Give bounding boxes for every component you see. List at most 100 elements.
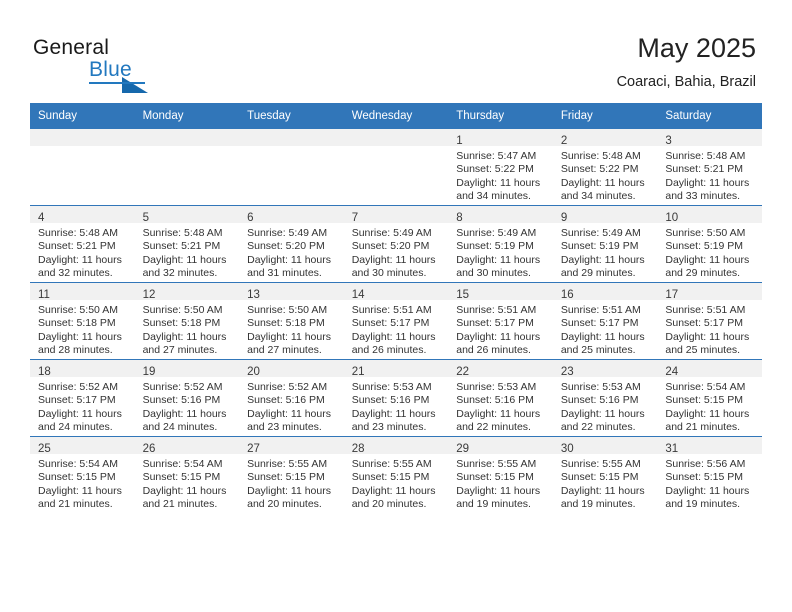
day-number-band: 18 (30, 360, 135, 378)
day-number-band: 26 (134, 437, 240, 455)
day-detail-line: Sunset: 5:15 PM (665, 471, 744, 484)
day-detail-line: and 19 minutes. (456, 497, 531, 510)
day-detail-line: and 28 minutes. (38, 343, 113, 356)
calendar-day-cell[interactable]: 27 Sunrise: 5:55 AM Sunset: 5:15 PM Dayligh… (239, 436, 344, 513)
day-detail-line: Sunset: 5:18 PM (247, 317, 325, 330)
day-details: Sunrise: 5:48 AM Sunset: 5:21 PM Daylight:… (30, 223, 135, 280)
day-detail-line: and 25 minutes. (665, 343, 741, 356)
weekday-header-monday: Monday (134, 103, 240, 129)
day-detail-line: Sunset: 5:16 PM (456, 394, 534, 407)
calendar-day-cell[interactable]: 8 Sunrise: 5:49 AM Sunset: 5:19 PM Daylight… (448, 205, 553, 283)
day-details: Sunrise: 5:49 AM Sunset: 5:19 PM Daylight:… (448, 223, 553, 280)
day-number-band: 31 (657, 437, 762, 455)
logo-text-blue: Blue (89, 58, 132, 81)
day-detail-line: and 20 minutes. (351, 497, 427, 510)
calendar-day-cell[interactable]: 4 Sunrise: 5:48 AM Sunset: 5:21 PM Daylight… (30, 205, 135, 283)
calendar-day-cell[interactable]: 28 Sunrise: 5:55 AM Sunset: 5:15 PM Dayligh… (343, 436, 449, 513)
calendar-day-cell[interactable]: 6 Sunrise: 5:49 AM Sunset: 5:20 PM Daylight… (239, 205, 344, 283)
day-number-band: 23 (552, 360, 658, 378)
calendar-day-cell[interactable]: 21 Sunrise: 5:53 AM Sunset: 5:16 PM Dayligh… (343, 359, 449, 437)
calendar-day-cell[interactable]: 26 Sunrise: 5:54 AM Sunset: 5:15 PM Dayligh… (134, 436, 240, 513)
day-detail-line: Daylight: 11 hours (665, 407, 750, 420)
day-detail-line: Sunset: 5:16 PM (142, 394, 221, 407)
calendar-day-cell[interactable]: 7 Sunrise: 5:49 AM Sunset: 5:20 PM Daylight… (343, 205, 449, 283)
calendar-day-cell[interactable]: 25 Sunrise: 5:54 AM Sunset: 5:15 PM Dayligh… (30, 436, 135, 513)
general-blue-logo[interactable]: General Blue (33, 36, 213, 93)
day-detail-line: Daylight: 11 hours (38, 407, 122, 420)
calendar-day-cell[interactable]: 22 Sunrise: 5:53 AM Sunset: 5:16 PM Dayligh… (448, 359, 553, 437)
day-number: 29 (456, 443, 470, 455)
day-detail-line: Daylight: 11 hours (351, 484, 436, 497)
day-number-band: 11 (30, 283, 135, 301)
day-detail-line: Sunset: 5:16 PM (560, 394, 639, 407)
day-number-band: 8 (448, 206, 553, 224)
day-detail-line: Sunrise: 5:49 AM (456, 227, 537, 239)
day-detail-line: and 26 minutes. (351, 343, 427, 356)
day-detail-line: Sunset: 5:18 PM (142, 317, 221, 330)
day-number: 7 (351, 212, 359, 224)
day-detail-line: Daylight: 11 hours (665, 253, 750, 266)
calendar-day-cell[interactable]: 23 Sunrise: 5:53 AM Sunset: 5:16 PM Dayligh… (552, 359, 658, 437)
calendar-day-cell[interactable]: 14 Sunrise: 5:51 AM Sunset: 5:17 PM Dayligh… (343, 282, 449, 360)
day-detail-line: Sunrise: 5:49 AM (560, 227, 641, 239)
day-number-band: 12 (134, 283, 240, 301)
calendar-day-cell[interactable]: 30 Sunrise: 5:55 AM Sunset: 5:15 PM Dayligh… (552, 436, 658, 513)
day-detail-line: Sunrise: 5:47 AM (456, 150, 537, 162)
calendar-day-cell-empty (30, 129, 135, 206)
day-number-band: 29 (448, 437, 553, 455)
day-number: 8 (456, 212, 463, 224)
day-number: 26 (142, 443, 156, 455)
day-detail-line: Sunrise: 5:54 AM (665, 381, 746, 393)
calendar-day-cell[interactable]: 17 Sunrise: 5:51 AM Sunset: 5:17 PM Dayligh… (657, 282, 762, 360)
day-detail-line: and 27 minutes. (247, 343, 322, 356)
day-number-band: 2 (552, 129, 658, 147)
day-number: 24 (665, 366, 679, 378)
calendar-day-cell[interactable]: 12 Sunrise: 5:50 AM Sunset: 5:18 PM Dayligh… (134, 282, 240, 360)
day-detail-line: and 33 minutes. (665, 189, 741, 202)
day-details: Sunrise: 5:50 AM Sunset: 5:18 PM Daylight:… (239, 300, 344, 357)
weekday-header-sunday: Sunday (30, 103, 135, 129)
calendar-day-cell[interactable]: 31 Sunrise: 5:56 AM Sunset: 5:15 PM Dayligh… (657, 436, 762, 513)
day-detail-line: and 32 minutes. (142, 266, 218, 279)
day-details: Sunrise: 5:56 AM Sunset: 5:15 PM Daylight:… (657, 454, 762, 511)
day-detail-line: Sunset: 5:19 PM (560, 240, 639, 253)
day-details: Sunrise: 5:48 AM Sunset: 5:21 PM Daylight:… (135, 223, 240, 280)
logo-text-general: General (33, 36, 110, 59)
calendar-day-cell[interactable]: 3 Sunrise: 5:48 AM Sunset: 5:21 PM Daylight… (657, 129, 762, 206)
calendar-day-cell[interactable]: 29 Sunrise: 5:55 AM Sunset: 5:15 PM Dayligh… (448, 436, 553, 513)
day-number-band: 17 (657, 283, 762, 301)
day-detail-line: Sunrise: 5:54 AM (38, 458, 118, 470)
day-detail-line: Sunrise: 5:55 AM (351, 458, 432, 470)
calendar-day-cell[interactable]: 1 Sunrise: 5:47 AM Sunset: 5:22 PM Daylight… (448, 129, 553, 206)
calendar-day-cell[interactable]: 18 Sunrise: 5:52 AM Sunset: 5:17 PM Dayligh… (30, 359, 135, 437)
day-number-band (239, 129, 344, 146)
calendar-day-cell[interactable]: 9 Sunrise: 5:49 AM Sunset: 5:19 PM Daylight… (552, 205, 658, 283)
day-detail-line: Daylight: 11 hours (247, 330, 331, 343)
calendar-day-cell[interactable]: 5 Sunrise: 5:48 AM Sunset: 5:21 PM Daylight… (134, 205, 240, 283)
day-details: Sunrise: 5:55 AM Sunset: 5:15 PM Daylight:… (344, 454, 449, 511)
calendar-day-cell[interactable]: 11 Sunrise: 5:50 AM Sunset: 5:18 PM Dayligh… (30, 282, 135, 360)
page-header: General Blue May 2025 Coaraci, Bahia, Br… (0, 0, 792, 103)
calendar-day-cell[interactable]: 10 Sunrise: 5:50 AM Sunset: 5:19 PM Dayligh… (657, 205, 762, 283)
calendar-day-cell[interactable]: 16 Sunrise: 5:51 AM Sunset: 5:17 PM Dayligh… (552, 282, 658, 360)
day-number-band: 28 (343, 437, 449, 455)
weekday-header-saturday: Saturday (657, 103, 762, 129)
calendar-day-cell[interactable]: 24 Sunrise: 5:54 AM Sunset: 5:15 PM Dayligh… (657, 359, 762, 437)
day-detail-line: Daylight: 11 hours (560, 330, 645, 343)
page-title: May 2025 (637, 33, 756, 63)
day-detail-line: Sunrise: 5:51 AM (665, 304, 746, 316)
calendar-day-cell[interactable]: 13 Sunrise: 5:50 AM Sunset: 5:18 PM Dayligh… (239, 282, 344, 360)
day-detail-line: Sunset: 5:22 PM (456, 163, 534, 176)
day-details: Sunrise: 5:50 AM Sunset: 5:19 PM Daylight:… (657, 223, 762, 280)
day-number-band: 19 (134, 360, 240, 378)
day-detail-line: and 24 minutes. (38, 420, 113, 433)
page-subtitle-location: Coaraci, Bahia, Brazil (616, 74, 756, 90)
calendar-day-cell[interactable]: 15 Sunrise: 5:51 AM Sunset: 5:17 PM Dayligh… (448, 282, 553, 360)
day-number: 27 (247, 443, 260, 455)
day-detail-line: Sunset: 5:21 PM (38, 240, 116, 253)
calendar-day-cell[interactable]: 2 Sunrise: 5:48 AM Sunset: 5:22 PM Daylight… (552, 129, 658, 206)
calendar-day-cell[interactable]: 20 Sunrise: 5:52 AM Sunset: 5:16 PM Dayligh… (239, 359, 344, 437)
calendar-day-cell[interactable]: 19 Sunrise: 5:52 AM Sunset: 5:16 PM Dayligh… (134, 359, 240, 437)
day-details: Sunrise: 5:53 AM Sunset: 5:16 PM Daylight:… (448, 377, 553, 434)
day-detail-line: Daylight: 11 hours (247, 253, 331, 266)
